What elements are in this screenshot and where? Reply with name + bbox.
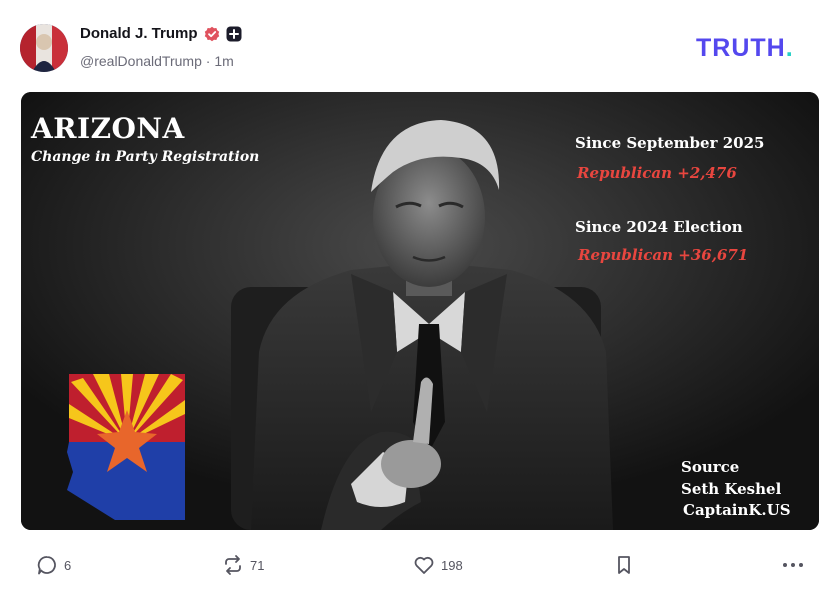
handle-row: @realDonaldTrump · 1m	[80, 53, 234, 69]
stat1-value: Republican +2,476	[577, 164, 737, 182]
like-count: 198	[441, 557, 463, 573]
image-subtitle: Change in Party Registration	[31, 149, 260, 165]
arizona-flag-map	[67, 374, 185, 520]
post-action-bar: 6 71 198	[0, 548, 840, 582]
meta-separator: ·	[205, 53, 211, 69]
source-label: Source	[681, 458, 740, 476]
bookmark-icon	[613, 554, 635, 576]
verified-badge-icon	[204, 26, 220, 42]
retruth-icon	[222, 554, 244, 576]
stat2-label: Since 2024 Election	[575, 218, 743, 236]
image-title: ARIZONA	[31, 112, 185, 145]
ellipsis-icon	[781, 554, 805, 576]
plus-badge-icon	[226, 26, 242, 42]
comment-icon	[36, 554, 58, 576]
reply-count: 6	[64, 557, 72, 573]
source-name: Seth Keshel	[681, 480, 782, 498]
more-options-button[interactable]	[781, 548, 805, 582]
post-timestamp[interactable]: 1m	[214, 53, 233, 69]
like-button[interactable]: 198	[413, 548, 463, 582]
stat1-label: Since September 2025	[575, 134, 765, 152]
stat2-value: Republican +36,671	[578, 246, 749, 264]
post-image[interactable]: ARIZONA Change in Party Registration Sin…	[21, 92, 819, 530]
truth-social-logo[interactable]: TRUTH.	[696, 34, 820, 65]
author-name-row: Donald J. Trump	[80, 25, 242, 42]
bookmark-button[interactable]	[613, 548, 635, 582]
retruth-count: 71	[250, 557, 265, 573]
author-name[interactable]: Donald J. Trump	[80, 25, 198, 42]
heart-icon	[413, 554, 435, 576]
author-avatar[interactable]	[20, 24, 68, 72]
post-header: Donald J. Trump @realDonaldTrump · 1m TR…	[0, 0, 840, 90]
author-handle[interactable]: @realDonaldTrump	[80, 53, 202, 69]
logo-text: TRUTH.	[696, 34, 794, 60]
retruth-button[interactable]: 71	[222, 548, 264, 582]
reply-button[interactable]: 6	[36, 548, 71, 582]
source-site: CaptainK.US	[683, 501, 791, 519]
